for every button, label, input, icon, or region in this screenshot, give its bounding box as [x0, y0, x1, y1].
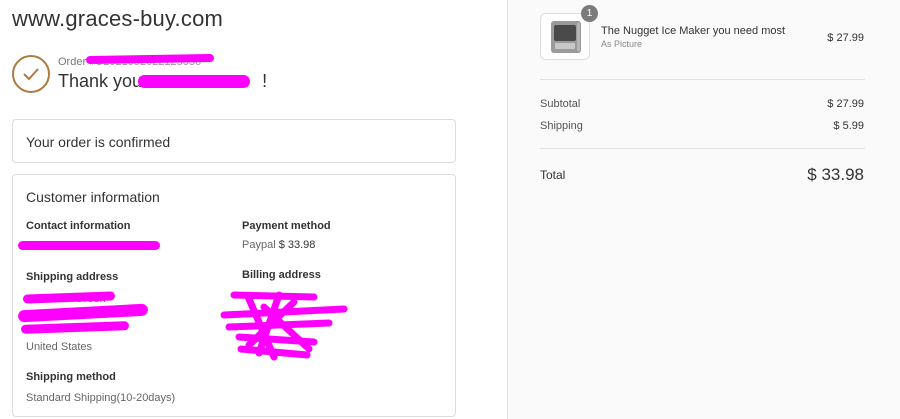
- subtotal-label: Subtotal: [540, 98, 581, 110]
- contact-information-label: Contact information: [26, 220, 131, 232]
- order-summary-panel: [507, 0, 900, 419]
- shipping-cost-value: $ 5.99: [833, 120, 864, 132]
- order-confirmed-check-icon: [12, 55, 50, 93]
- ice-maker-icon: [551, 21, 581, 53]
- customer-information-card: Customer information Contact information…: [12, 174, 456, 417]
- site-title[interactable]: www.graces-buy.com: [12, 6, 223, 32]
- product-price: $ 27.99: [827, 32, 864, 44]
- redaction-mark: [20, 321, 130, 334]
- order-confirmed-text: Your order is confirmed: [26, 134, 171, 150]
- quantity-badge: 1: [581, 5, 598, 22]
- subtotal-value: $ 27.99: [827, 98, 864, 110]
- total-label: Total: [540, 168, 566, 182]
- shipping-cost-label: Shipping: [540, 120, 583, 132]
- payment-method-value: Paypal $ 33.98: [242, 239, 315, 251]
- shipping-method-value: Standard Shipping(10-20days): [26, 392, 176, 404]
- redaction-mark: [18, 241, 160, 250]
- billing-address-redaction-scribble: [220, 291, 348, 361]
- shipping-method-label: Shipping method: [26, 371, 116, 383]
- summary-divider: [540, 148, 865, 149]
- total-value: $ 33.98: [807, 165, 864, 184]
- summary-divider: [540, 79, 865, 80]
- order-status-panel: www.graces-buy.com Order #U2021052022125…: [0, 0, 507, 419]
- product-thumbnail: [540, 13, 590, 60]
- customer-information-title: Customer information: [26, 189, 160, 205]
- thank-you-suffix: !: [262, 71, 268, 91]
- thank-you-text: Thank you: [58, 71, 143, 91]
- payment-amount: $ 33.98: [278, 239, 316, 251]
- shipping-address-label: Shipping address: [26, 271, 119, 283]
- product-variant: As Picture: [601, 39, 643, 49]
- payment-method-label: Payment method: [242, 220, 331, 232]
- redaction-mark: [17, 303, 149, 323]
- order-label: Order: [58, 56, 87, 68]
- redaction-mark: [138, 75, 250, 88]
- checkmark-icon: [23, 68, 39, 81]
- payment-provider: Paypal: [242, 239, 276, 251]
- shipping-country: United States: [26, 341, 93, 353]
- product-name: The Nugget Ice Maker you need most: [601, 25, 786, 37]
- order-confirmed-card: Your order is confirmed: [12, 119, 456, 163]
- billing-address-label: Billing address: [242, 269, 321, 281]
